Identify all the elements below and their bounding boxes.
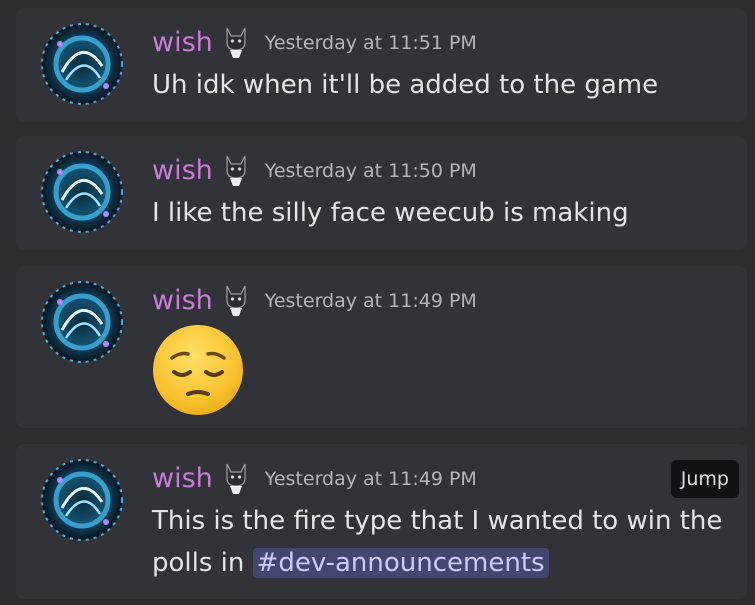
message-content: I like the silly face weecub is making	[152, 198, 629, 228]
cat-badge-icon	[226, 27, 246, 58]
pensive-face-emoji	[153, 325, 243, 415]
avatar-icon[interactable]	[40, 458, 124, 542]
username[interactable]: wish	[152, 462, 213, 496]
cat-badge-icon	[226, 463, 246, 494]
timestamp: Yesterday at 11:51 PM	[264, 32, 477, 54]
message-card[interactable]: wish Yesterday at 11:49 PM	[16, 266, 747, 428]
avatar-icon[interactable]	[40, 280, 124, 364]
username[interactable]: wish	[152, 26, 213, 60]
message-content: This is the fire type that I wanted to w…	[152, 500, 723, 584]
avatar-icon[interactable]	[40, 22, 124, 106]
username[interactable]: wish	[152, 284, 213, 318]
cat-badge-icon	[226, 285, 246, 316]
timestamp: Yesterday at 11:49 PM	[264, 290, 477, 312]
jump-button[interactable]: Jump	[670, 460, 739, 498]
cat-badge-icon	[226, 155, 246, 186]
channel-mention[interactable]: #dev-announcements	[252, 548, 549, 578]
message-content: Uh idk when it'll be added to the game	[152, 70, 659, 100]
message-card[interactable]: wish Yesterday at 11:51 PM Uh idk when i…	[16, 8, 747, 122]
avatar-icon[interactable]	[40, 150, 124, 234]
username[interactable]: wish	[152, 154, 213, 188]
message-card[interactable]: wish Yesterday at 11:49 PM Jump This is …	[16, 444, 747, 599]
timestamp: Yesterday at 11:50 PM	[264, 160, 477, 182]
message-card[interactable]: wish Yesterday at 11:50 PM I like the si…	[16, 136, 747, 250]
timestamp: Yesterday at 11:49 PM	[264, 468, 477, 490]
